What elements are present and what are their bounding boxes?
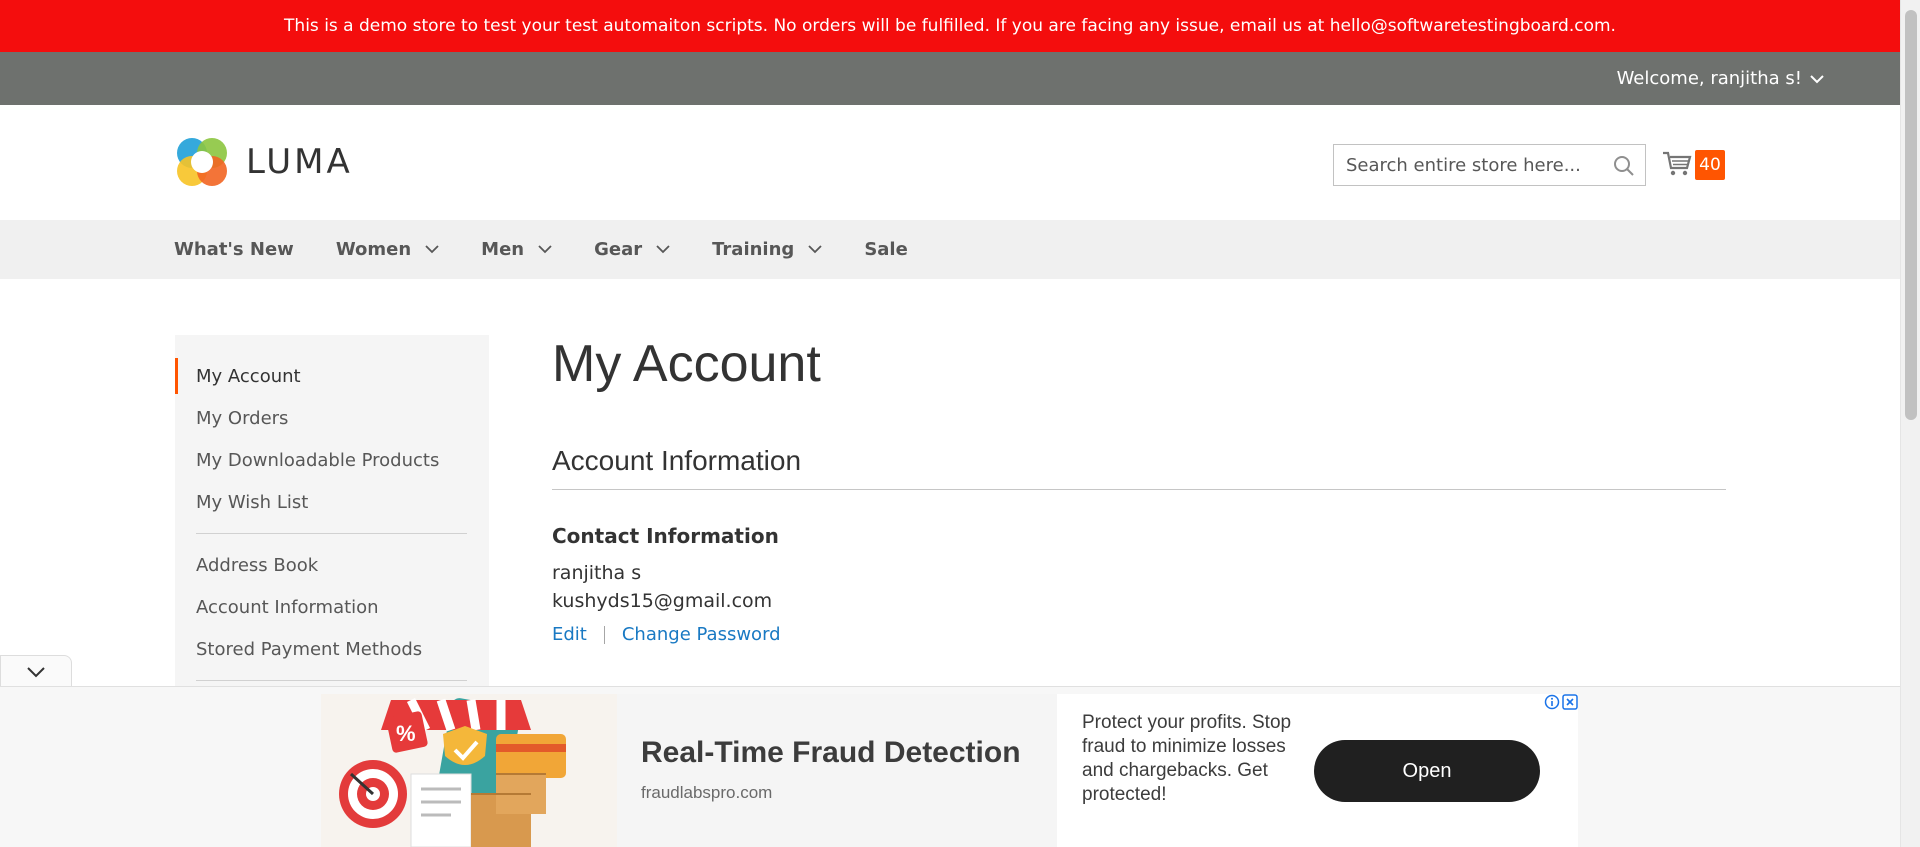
ad-image: %	[321, 694, 617, 847]
demo-store-banner: This is a demo store to test your test a…	[0, 0, 1900, 52]
nav-item-label: What's New	[174, 239, 294, 260]
nav-item-sale[interactable]: Sale	[864, 239, 908, 260]
chevron-down-icon	[538, 245, 552, 254]
sidebar-item-my-account[interactable]: My Account	[175, 355, 489, 397]
ad-text-panel: Real-Time Fraud Detection fraudlabspro.c…	[617, 694, 1057, 847]
search-box	[1333, 144, 1646, 186]
chevron-down-icon	[808, 245, 822, 254]
customer-email: kushyds15@gmail.com	[552, 590, 773, 612]
minicart-button[interactable]: 40	[1662, 147, 1726, 183]
main-content: My Account Account Information Contact I…	[552, 335, 1726, 645]
ad-collapse-button[interactable]	[0, 655, 72, 687]
action-separator	[603, 625, 605, 644]
customer-welcome-menu[interactable]: Welcome, ranjitha s!	[1617, 52, 1824, 105]
chevron-down-icon	[656, 245, 670, 254]
sidebar-item-stored-payment-methods[interactable]: Stored Payment Methods	[175, 628, 489, 670]
page-scrollbar[interactable]	[1900, 0, 1920, 847]
sidebar-item-label: My Wish List	[196, 491, 309, 513]
chevron-down-icon	[1810, 74, 1824, 83]
site-header: LUMA 40	[0, 105, 1900, 220]
account-sidebar: My Account My Orders My Downloadable Pro…	[175, 335, 489, 735]
nav-item-training[interactable]: Training	[712, 239, 822, 260]
search-icon[interactable]	[1613, 155, 1635, 177]
ad-open-button[interactable]: Open	[1314, 740, 1540, 802]
page-title: My Account	[552, 335, 821, 393]
cart-count-badge: 40	[1695, 150, 1725, 180]
nav-item-label: Training	[712, 239, 795, 260]
close-ad-icon[interactable]	[1562, 694, 1578, 710]
sidebar-divider	[196, 680, 467, 681]
luma-logo[interactable]: LUMA	[174, 133, 353, 191]
luma-logo-icon	[177, 138, 227, 186]
info-icon[interactable]	[1544, 694, 1560, 710]
section-title-account-information: Account Information	[552, 445, 1726, 490]
contact-information-title: Contact Information	[552, 524, 779, 548]
nav-item-women[interactable]: Women	[336, 239, 439, 260]
logo-text: LUMA	[246, 142, 353, 182]
sidebar-item-label: Stored Payment Methods	[196, 638, 423, 660]
main-navigation: What's New Women Men Gear Training Sale	[0, 220, 1900, 279]
chevron-down-icon	[27, 666, 45, 677]
nav-item-label: Women	[335, 239, 412, 260]
sidebar-item-label: My Downloadable Products	[196, 449, 440, 471]
top-panel: Welcome, ranjitha s!	[0, 52, 1900, 105]
ad-description: Protect your profits. Stop fraud to mini…	[1082, 712, 1292, 805]
edit-link[interactable]: Edit	[552, 624, 587, 645]
sidebar-divider	[196, 533, 467, 534]
sidebar-item-downloadable-products[interactable]: My Downloadable Products	[175, 439, 489, 481]
advertisement[interactable]: % Real-Time Fraud Detection fraudlabspro…	[321, 694, 1578, 847]
cart-icon	[1663, 151, 1692, 176]
ad-domain: fraudlabspro.com	[641, 783, 773, 802]
nav-item-men[interactable]: Men	[481, 239, 552, 260]
welcome-text: Welcome, ranjitha s!	[1616, 68, 1802, 89]
sidebar-item-my-orders[interactable]: My Orders	[175, 397, 489, 439]
contact-actions: Edit Change Password	[552, 624, 1726, 645]
change-password-link[interactable]: Change Password	[622, 624, 781, 645]
customer-name: ranjitha s	[552, 562, 642, 584]
ad-illustration: %	[321, 694, 617, 847]
sidebar-item-label: Account Information	[196, 596, 379, 618]
sidebar-item-label: Address Book	[196, 554, 319, 576]
scrollbar-thumb[interactable]	[1905, 10, 1917, 420]
demo-banner-text: This is a demo store to test your test a…	[284, 16, 1616, 36]
sidebar-item-account-information[interactable]: Account Information	[175, 586, 489, 628]
search-input[interactable]	[1346, 154, 1606, 176]
svg-text:%: %	[396, 721, 416, 746]
nav-item-label: Sale	[864, 239, 908, 260]
ad-choices[interactable]	[1544, 694, 1578, 712]
nav-item-label: Men	[481, 239, 525, 260]
ad-headline: Real-Time Fraud Detection	[641, 736, 1021, 769]
nav-item-gear[interactable]: Gear	[594, 239, 670, 260]
nav-item-label: Gear	[594, 239, 643, 260]
sidebar-item-label: My Orders	[196, 407, 289, 429]
chevron-down-icon	[425, 245, 439, 254]
sidebar-item-label: My Account	[196, 365, 301, 387]
nav-item-whats-new[interactable]: What's New	[174, 239, 294, 260]
sidebar-item-wish-list[interactable]: My Wish List	[175, 481, 489, 523]
sidebar-item-address-book[interactable]: Address Book	[175, 544, 489, 586]
